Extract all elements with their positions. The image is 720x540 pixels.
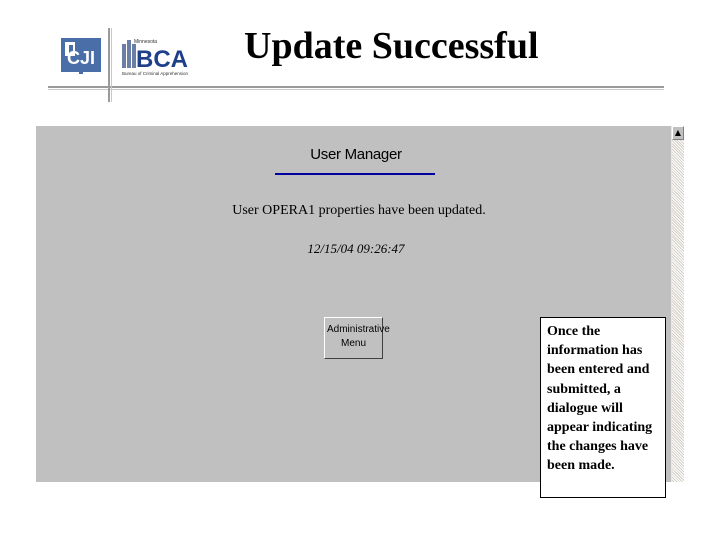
scroll-track[interactable] — [672, 140, 684, 482]
bca-logo: Minnesota BCA Bureau of Criminal Apprehe… — [122, 39, 189, 76]
callout-note: Once the information has been entered an… — [540, 317, 666, 498]
update-timestamp: 12/15/04 09:26:47 — [307, 241, 405, 256]
page-title: User Manager — [310, 146, 402, 163]
header-divider — [108, 28, 110, 102]
vertical-scrollbar[interactable]: ▲ — [671, 126, 684, 482]
title-underline — [275, 173, 435, 175]
cji-logo-text: CJI — [67, 48, 95, 68]
header-rule — [48, 86, 664, 88]
header-divider-light — [111, 28, 112, 102]
bca-logo-text: BCA — [136, 46, 188, 73]
administrative-menu-button-line1: Administrative — [327, 324, 390, 335]
update-confirmation-message: User OPERA1 properties have been updated… — [232, 203, 486, 218]
header-rule-light — [48, 89, 664, 90]
scroll-up-arrow-icon[interactable]: ▲ — [672, 126, 684, 140]
cji-logo: CJI — [61, 38, 101, 74]
bca-logo-supertext: Minnesota — [134, 39, 157, 45]
slide-title: Update Successful — [244, 25, 539, 67]
bca-logo-subtext: Bureau of Criminal Apprehension — [122, 71, 189, 76]
administrative-menu-button-line2: Menu — [340, 338, 366, 349]
administrative-menu-button[interactable]: Administrative Menu — [324, 317, 390, 359]
